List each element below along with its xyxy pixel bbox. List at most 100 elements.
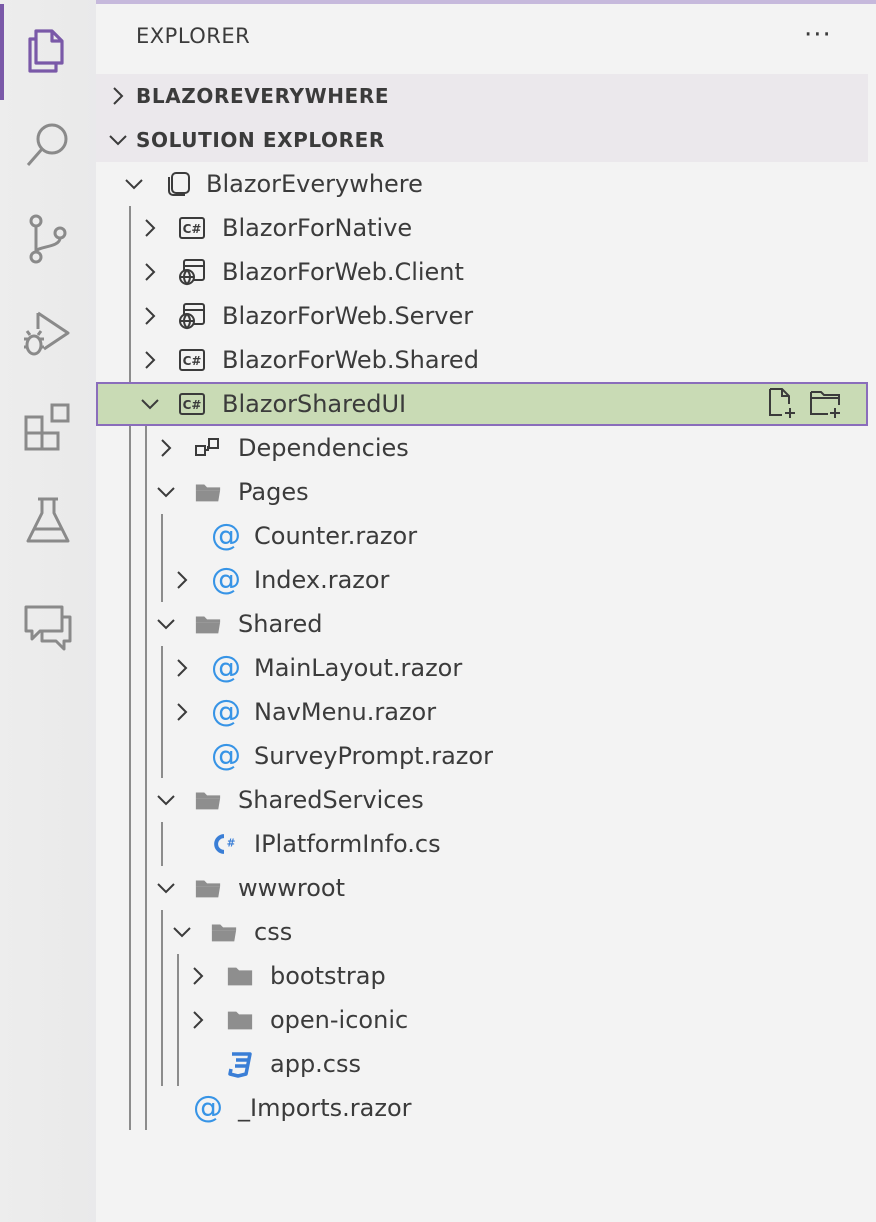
- folder-open-icon: [194, 786, 222, 814]
- tree-item-file[interactable]: app.css: [96, 1042, 868, 1086]
- folder-open-icon: [210, 918, 238, 946]
- chevron-down-icon: [173, 927, 191, 938]
- source-control-icon[interactable]: [0, 192, 96, 286]
- tree-item-label: _Imports.razor: [238, 1094, 412, 1122]
- chat-icon[interactable]: [0, 580, 96, 674]
- tree-item-label: Counter.razor: [254, 522, 418, 550]
- tree-item-label: app.css: [270, 1050, 362, 1078]
- chevron-down-icon: [157, 795, 175, 806]
- extensions-icon[interactable]: [0, 380, 96, 474]
- folder-icon: [226, 1006, 254, 1034]
- folder-icon: [226, 962, 254, 990]
- chevron-down-icon: [109, 135, 127, 146]
- search-icon[interactable]: [0, 98, 96, 192]
- tree-item-label: BlazorForWeb.Client: [222, 258, 464, 286]
- explorer-icon[interactable]: [0, 4, 96, 98]
- tree-item-label: open-iconic: [270, 1006, 409, 1034]
- chevron-right-icon: [193, 967, 204, 985]
- new-folder-icon[interactable]: [808, 386, 842, 420]
- tree-item-label: BlazorForWeb.Server: [222, 302, 474, 330]
- csharp-file-icon: #: [210, 830, 238, 858]
- solution-icon: [164, 170, 192, 198]
- svg-text:C#: C#: [183, 222, 202, 236]
- csharp-project-icon: C#: [178, 390, 206, 418]
- tree-item-label: Pages: [238, 478, 309, 506]
- tree-item-folder-css[interactable]: css: [96, 910, 868, 954]
- chevron-right-icon: [177, 571, 188, 589]
- explorer-sidebar: EXPLORER ··· BLAZOREVERYWHERE SOLUTION E…: [96, 4, 876, 1222]
- new-file-icon[interactable]: [764, 386, 798, 420]
- more-actions-button[interactable]: ···: [804, 20, 832, 50]
- tree-item-label: SharedServices: [238, 786, 424, 814]
- svg-text:#: #: [227, 838, 236, 850]
- chevron-down-icon: [157, 487, 175, 498]
- folder-open-icon: [194, 610, 222, 638]
- tree-item-label: NavMenu.razor: [254, 698, 437, 726]
- chevron-right-icon: [145, 307, 156, 325]
- tree-item-label: Index.razor: [254, 566, 390, 594]
- tree-item-label: BlazorForWeb.Shared: [222, 346, 479, 374]
- tree-item-folder-pages[interactable]: Pages: [96, 470, 868, 514]
- svg-text:C#: C#: [183, 398, 202, 412]
- activity-bar: [0, 0, 96, 1222]
- chevron-right-icon: [145, 219, 156, 237]
- tree-item-file[interactable]: @ SurveyPrompt.razor: [96, 734, 868, 778]
- razor-file-icon: @: [211, 738, 241, 773]
- tree-item-label: IPlatformInfo.cs: [254, 830, 441, 858]
- tree-item-label: MainLayout.razor: [254, 654, 463, 682]
- tree-item-folder[interactable]: open-iconic: [96, 998, 868, 1042]
- folder-open-icon: [194, 874, 222, 902]
- svg-text:C#: C#: [183, 354, 202, 368]
- tree-item-project[interactable]: C# BlazorForWeb.Shared: [96, 338, 868, 382]
- tree-item-label: Dependencies: [238, 434, 409, 462]
- tree-item-folder-sharedservices[interactable]: SharedServices: [96, 778, 868, 822]
- chevron-down-icon: [157, 883, 175, 894]
- tree-item-folder-shared[interactable]: Shared: [96, 602, 868, 646]
- tree-item-label: css: [254, 918, 293, 946]
- tree-item-file[interactable]: @ Counter.razor: [96, 514, 868, 558]
- tree-item-project[interactable]: C# BlazorForNative: [96, 206, 868, 250]
- section-label: SOLUTION EXPLORER: [136, 128, 385, 152]
- explorer-title: EXPLORER: [136, 24, 251, 48]
- tree-item-file[interactable]: @ NavMenu.razor: [96, 690, 868, 734]
- section-solution-explorer[interactable]: SOLUTION EXPLORER: [96, 118, 868, 162]
- tree-item-dependencies[interactable]: Dependencies: [96, 426, 868, 470]
- tree-item-file[interactable]: @ Index.razor: [96, 558, 868, 602]
- tree-item-label: Shared: [238, 610, 323, 638]
- tree-item-folder-wwwroot[interactable]: wwwroot: [96, 866, 868, 910]
- chevron-down-icon: [141, 399, 159, 410]
- section-blazoreverywhere[interactable]: BLAZOREVERYWHERE: [96, 74, 868, 118]
- css-file-icon: [226, 1050, 254, 1078]
- chevron-right-icon: [177, 659, 188, 677]
- testing-icon[interactable]: [0, 474, 96, 568]
- web-project-icon: [178, 302, 206, 330]
- razor-file-icon: @: [211, 518, 241, 553]
- tree-item-project[interactable]: BlazorForWeb.Client: [96, 250, 868, 294]
- csharp-project-icon: C#: [178, 214, 206, 242]
- chevron-right-icon: [193, 1011, 204, 1029]
- tree-item-solution[interactable]: BlazorEverywhere: [96, 162, 868, 206]
- razor-file-icon: @: [211, 694, 241, 729]
- razor-file-icon: @: [211, 562, 241, 597]
- folder-open-icon: [194, 478, 222, 506]
- tree-item-file[interactable]: @ MainLayout.razor: [96, 646, 868, 690]
- tree-item-project[interactable]: BlazorForWeb.Server: [96, 294, 868, 338]
- run-debug-icon[interactable]: [0, 286, 96, 380]
- row-actions: [764, 386, 842, 420]
- tree-item-label: bootstrap: [270, 962, 386, 990]
- web-project-icon: [178, 258, 206, 286]
- section-label: BLAZOREVERYWHERE: [136, 84, 390, 108]
- chevron-down-icon: [125, 179, 143, 190]
- chevron-right-icon: [161, 439, 172, 457]
- tree-item-file[interactable]: # IPlatformInfo.cs: [96, 822, 868, 866]
- tree-item-label: SurveyPrompt.razor: [254, 742, 493, 770]
- tree-item-file[interactable]: @ _Imports.razor: [96, 1086, 868, 1130]
- tree-item-label: BlazorEverywhere: [206, 170, 423, 198]
- tree-item-label: BlazorForNative: [222, 214, 413, 242]
- chevron-right-icon: [145, 263, 156, 281]
- tree-item-folder[interactable]: bootstrap: [96, 954, 868, 998]
- tree-item-project-selected[interactable]: C# BlazorSharedUI: [96, 382, 868, 426]
- dependencies-icon: [194, 434, 222, 462]
- razor-file-icon: @: [193, 1090, 223, 1125]
- tree-item-label: BlazorSharedUI: [222, 390, 407, 418]
